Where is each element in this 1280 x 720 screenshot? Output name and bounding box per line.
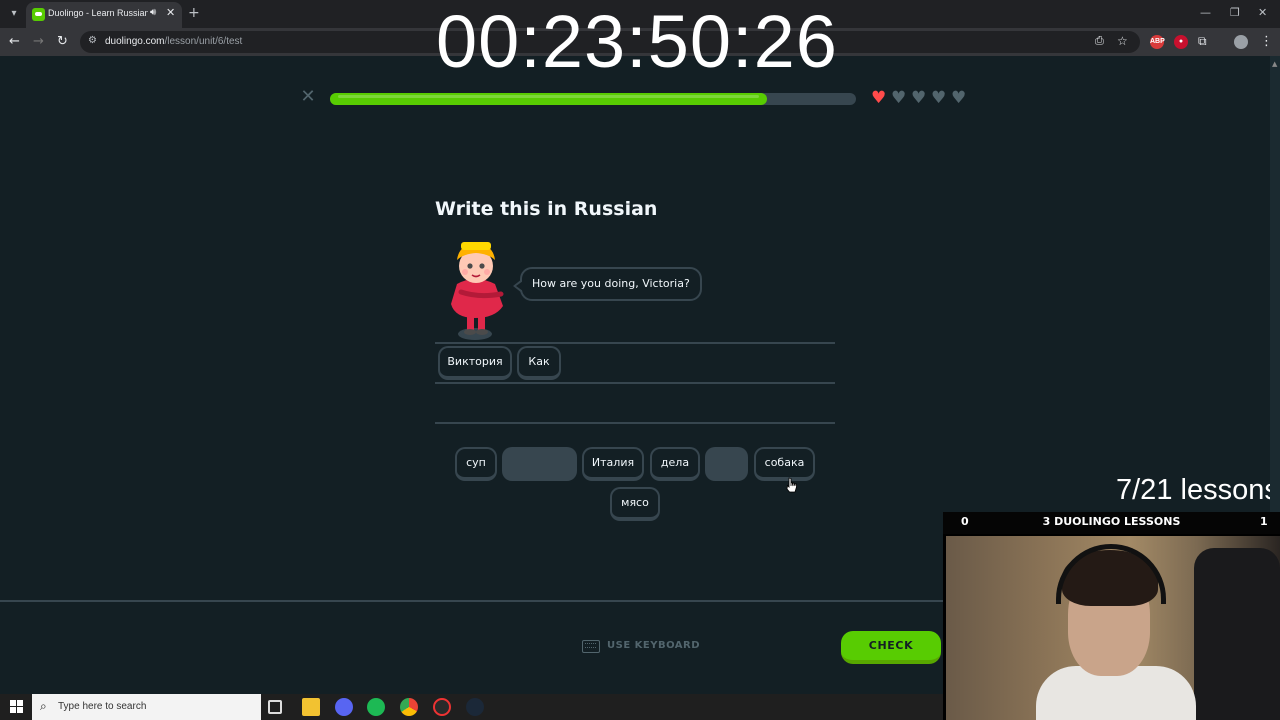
new-tab-icon[interactable]: + bbox=[188, 5, 200, 21]
webcam-right-count: 1 bbox=[1260, 515, 1268, 528]
answer-line-bottom bbox=[435, 422, 835, 424]
word-bank-tile[interactable]: дела bbox=[650, 447, 700, 481]
extension-red-icon[interactable]: ● bbox=[1174, 35, 1188, 49]
check-button[interactable]: CHECK bbox=[841, 631, 941, 664]
tab-title: Duolingo - Learn Russian w bbox=[48, 8, 148, 18]
browser-tab-duolingo[interactable]: Duolingo - Learn Russian w 🔊︎ ✕ bbox=[26, 2, 182, 28]
page-scrollbar[interactable] bbox=[1270, 56, 1280, 512]
taskbar-search-placeholder: Type here to search bbox=[58, 701, 147, 712]
word-bank-slot-empty bbox=[502, 447, 577, 481]
window-close-icon[interactable]: ✕ bbox=[1258, 6, 1267, 19]
tab-search-icon[interactable]: ▾ bbox=[6, 6, 22, 22]
back-icon[interactable]: ← bbox=[9, 34, 20, 49]
restore-icon[interactable]: ❐ bbox=[1230, 6, 1240, 19]
search-icon: ⌕ bbox=[40, 699, 47, 713]
answer-line-middle bbox=[435, 382, 835, 384]
word-bank-tile[interactable]: собака bbox=[754, 447, 815, 481]
browser-menu-icon[interactable]: ⋮ bbox=[1260, 34, 1273, 49]
lesson-progress-bar bbox=[330, 93, 856, 105]
adblock-plus-icon[interactable]: ABP bbox=[1150, 35, 1165, 49]
spotify-icon[interactable] bbox=[367, 698, 385, 716]
webcam-overlay: 0 3 DUOLINGO LESSONS 1 bbox=[943, 512, 1280, 720]
bookmark-star-icon[interactable]: ☆ bbox=[1117, 34, 1128, 48]
answer-tile[interactable]: Как bbox=[517, 346, 561, 380]
word-bank-slot-empty bbox=[705, 447, 748, 481]
chrome-icon[interactable] bbox=[400, 698, 418, 716]
heart-full-icon: ♥ bbox=[871, 88, 887, 108]
app-icon[interactable] bbox=[433, 698, 451, 716]
minimize-icon[interactable]: — bbox=[1200, 6, 1211, 19]
lesson-progress-fill bbox=[330, 93, 767, 105]
webcam-headset bbox=[1056, 544, 1166, 604]
webcam-chair bbox=[1194, 548, 1280, 720]
task-view-icon[interactable] bbox=[268, 700, 282, 714]
profile-avatar[interactable] bbox=[1234, 35, 1248, 49]
heart-empty-icon: ♥ bbox=[951, 88, 967, 108]
word-bank-tile[interactable]: Италия bbox=[582, 447, 644, 481]
word-bank-tile[interactable]: мясо bbox=[610, 487, 660, 521]
lessons-counter: 7/21 lessons bbox=[1116, 474, 1279, 506]
speech-bubble: How are you doing, Victoria? bbox=[513, 267, 702, 301]
mouse-cursor-icon bbox=[786, 477, 797, 493]
answer-line-top bbox=[435, 342, 835, 344]
windows-start-icon[interactable] bbox=[10, 700, 23, 713]
answer-tile[interactable]: Виктория bbox=[438, 346, 512, 380]
tab-audio-icon[interactable]: 🔊︎ bbox=[150, 7, 156, 18]
use-keyboard-label: USE KEYBOARD bbox=[607, 640, 701, 651]
stream-timer: 00:23:50:26 bbox=[436, 0, 838, 83]
steam-icon[interactable] bbox=[466, 698, 484, 716]
word-bank-tile[interactable]: суп bbox=[455, 447, 497, 481]
extensions-puzzle-icon[interactable]: ⧉ bbox=[1198, 34, 1207, 49]
keyboard-icon bbox=[582, 640, 600, 653]
forward-icon[interactable]: → bbox=[33, 34, 44, 49]
file-explorer-icon[interactable] bbox=[302, 698, 320, 716]
character-illustration bbox=[451, 242, 504, 340]
speech-text: How are you doing, Victoria? bbox=[532, 277, 690, 290]
heart-empty-icon: ♥ bbox=[891, 88, 907, 108]
address-url[interactable]: duolingo.com/lesson/unit/6/test bbox=[105, 36, 242, 47]
tab-close-icon[interactable]: ✕ bbox=[166, 6, 175, 19]
webcam-feed-image bbox=[946, 536, 1280, 720]
duolingo-favicon-icon bbox=[32, 8, 45, 21]
install-app-icon[interactable]: ⎙ bbox=[1095, 34, 1104, 48]
taskbar-search[interactable]: ⌕ Type here to search bbox=[32, 694, 261, 720]
close-lesson-icon[interactable]: ✕ bbox=[299, 88, 317, 106]
site-info-icon[interactable]: ⚙ bbox=[88, 35, 97, 46]
reload-icon[interactable]: ↻ bbox=[57, 34, 68, 49]
webcam-title: 3 DUOLINGO LESSONS bbox=[1042, 515, 1181, 528]
heart-empty-icon: ♥ bbox=[911, 88, 927, 108]
windows-taskbar: ⌕ Type here to search bbox=[0, 694, 943, 720]
discord-icon[interactable] bbox=[335, 698, 353, 716]
webcam-title-bar: 0 3 DUOLINGO LESSONS 1 bbox=[943, 512, 1280, 534]
challenge-title: Write this in Russian bbox=[435, 198, 658, 220]
scroll-up-icon[interactable]: ▲ bbox=[1272, 60, 1277, 68]
heart-empty-icon: ♥ bbox=[931, 88, 947, 108]
